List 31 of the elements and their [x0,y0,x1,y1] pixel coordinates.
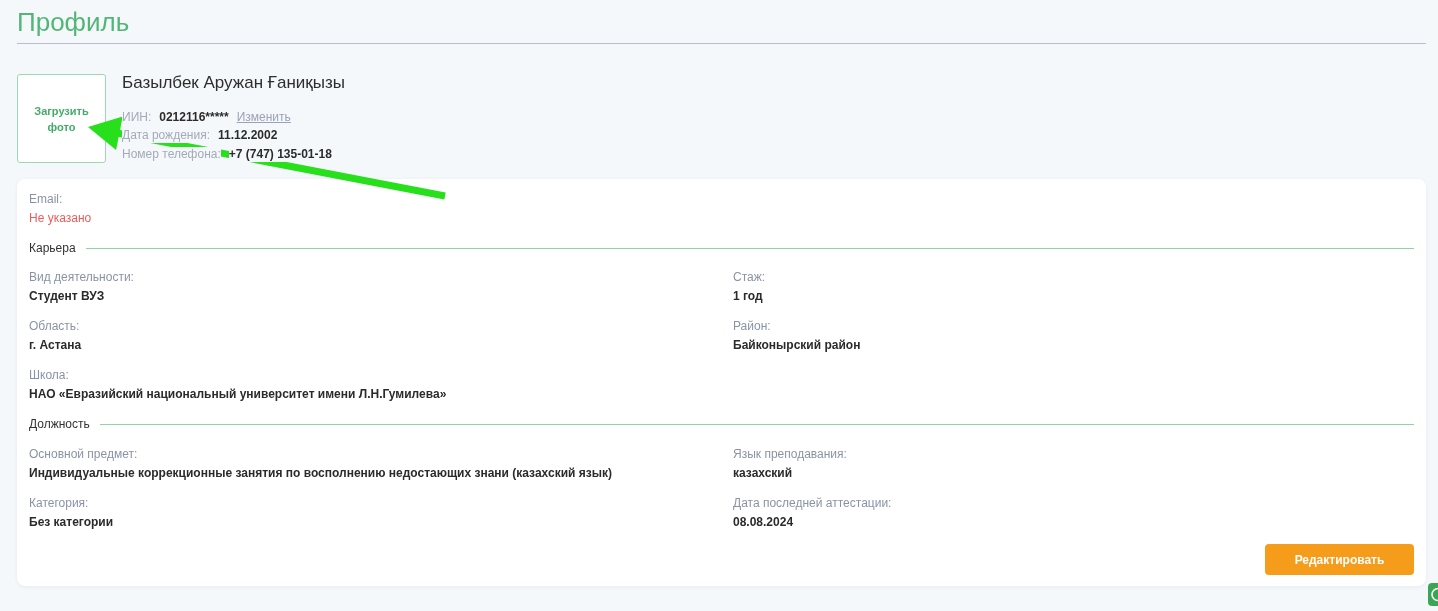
field-label: Язык преподавания: [733,445,847,463]
field-value: Байконырский район [733,337,861,354]
field-label: Район: [733,318,771,335]
detail-label: Номер телефона: [122,146,221,162]
detail-label: Дата рождения: [122,128,210,144]
field-value: 1 год [733,288,763,305]
widget-icon[interactable] [1428,583,1438,606]
upload-photo-button[interactable]: Загрузить фото [17,74,106,163]
field-value: 08.08.2024 [733,513,794,531]
field-label: Школа: [29,367,69,384]
field-value: НАО «Евразийский национальный университет имени Л.Н.Гумилева» [29,386,447,403]
page-title: Профиль [17,6,130,38]
field-label: Дата последней аттестации: [733,494,892,512]
field-label: Область: [29,318,80,335]
section-title: Должность [29,416,90,433]
field-label: Вид деятельности: [29,269,134,286]
field-label: Категория: [29,494,89,512]
change-link[interactable]: Изменить [236,109,291,125]
field-value: Индивидуальные коррекционные занятия по восполнению недостающих знани (казахский язык) [29,464,612,482]
field-value: Не указано [29,209,92,227]
field-value: казахский [733,464,793,482]
edit-button[interactable]: Редактировать [1265,544,1414,575]
field-value: Без категории [29,513,114,531]
field-label: Основной предмет: [29,445,138,463]
section-title: Карьера [29,239,76,257]
field-value: Студент ВУЗ [29,288,105,305]
user-name: Базылбек Аружан Ғаниқызы [122,72,345,94]
field-value: г. Астана [29,337,82,354]
detail-value: +7 (747) 135-01-18 [228,146,332,162]
field-label: Email: [29,190,63,208]
field-label: Стаж: [733,269,766,286]
